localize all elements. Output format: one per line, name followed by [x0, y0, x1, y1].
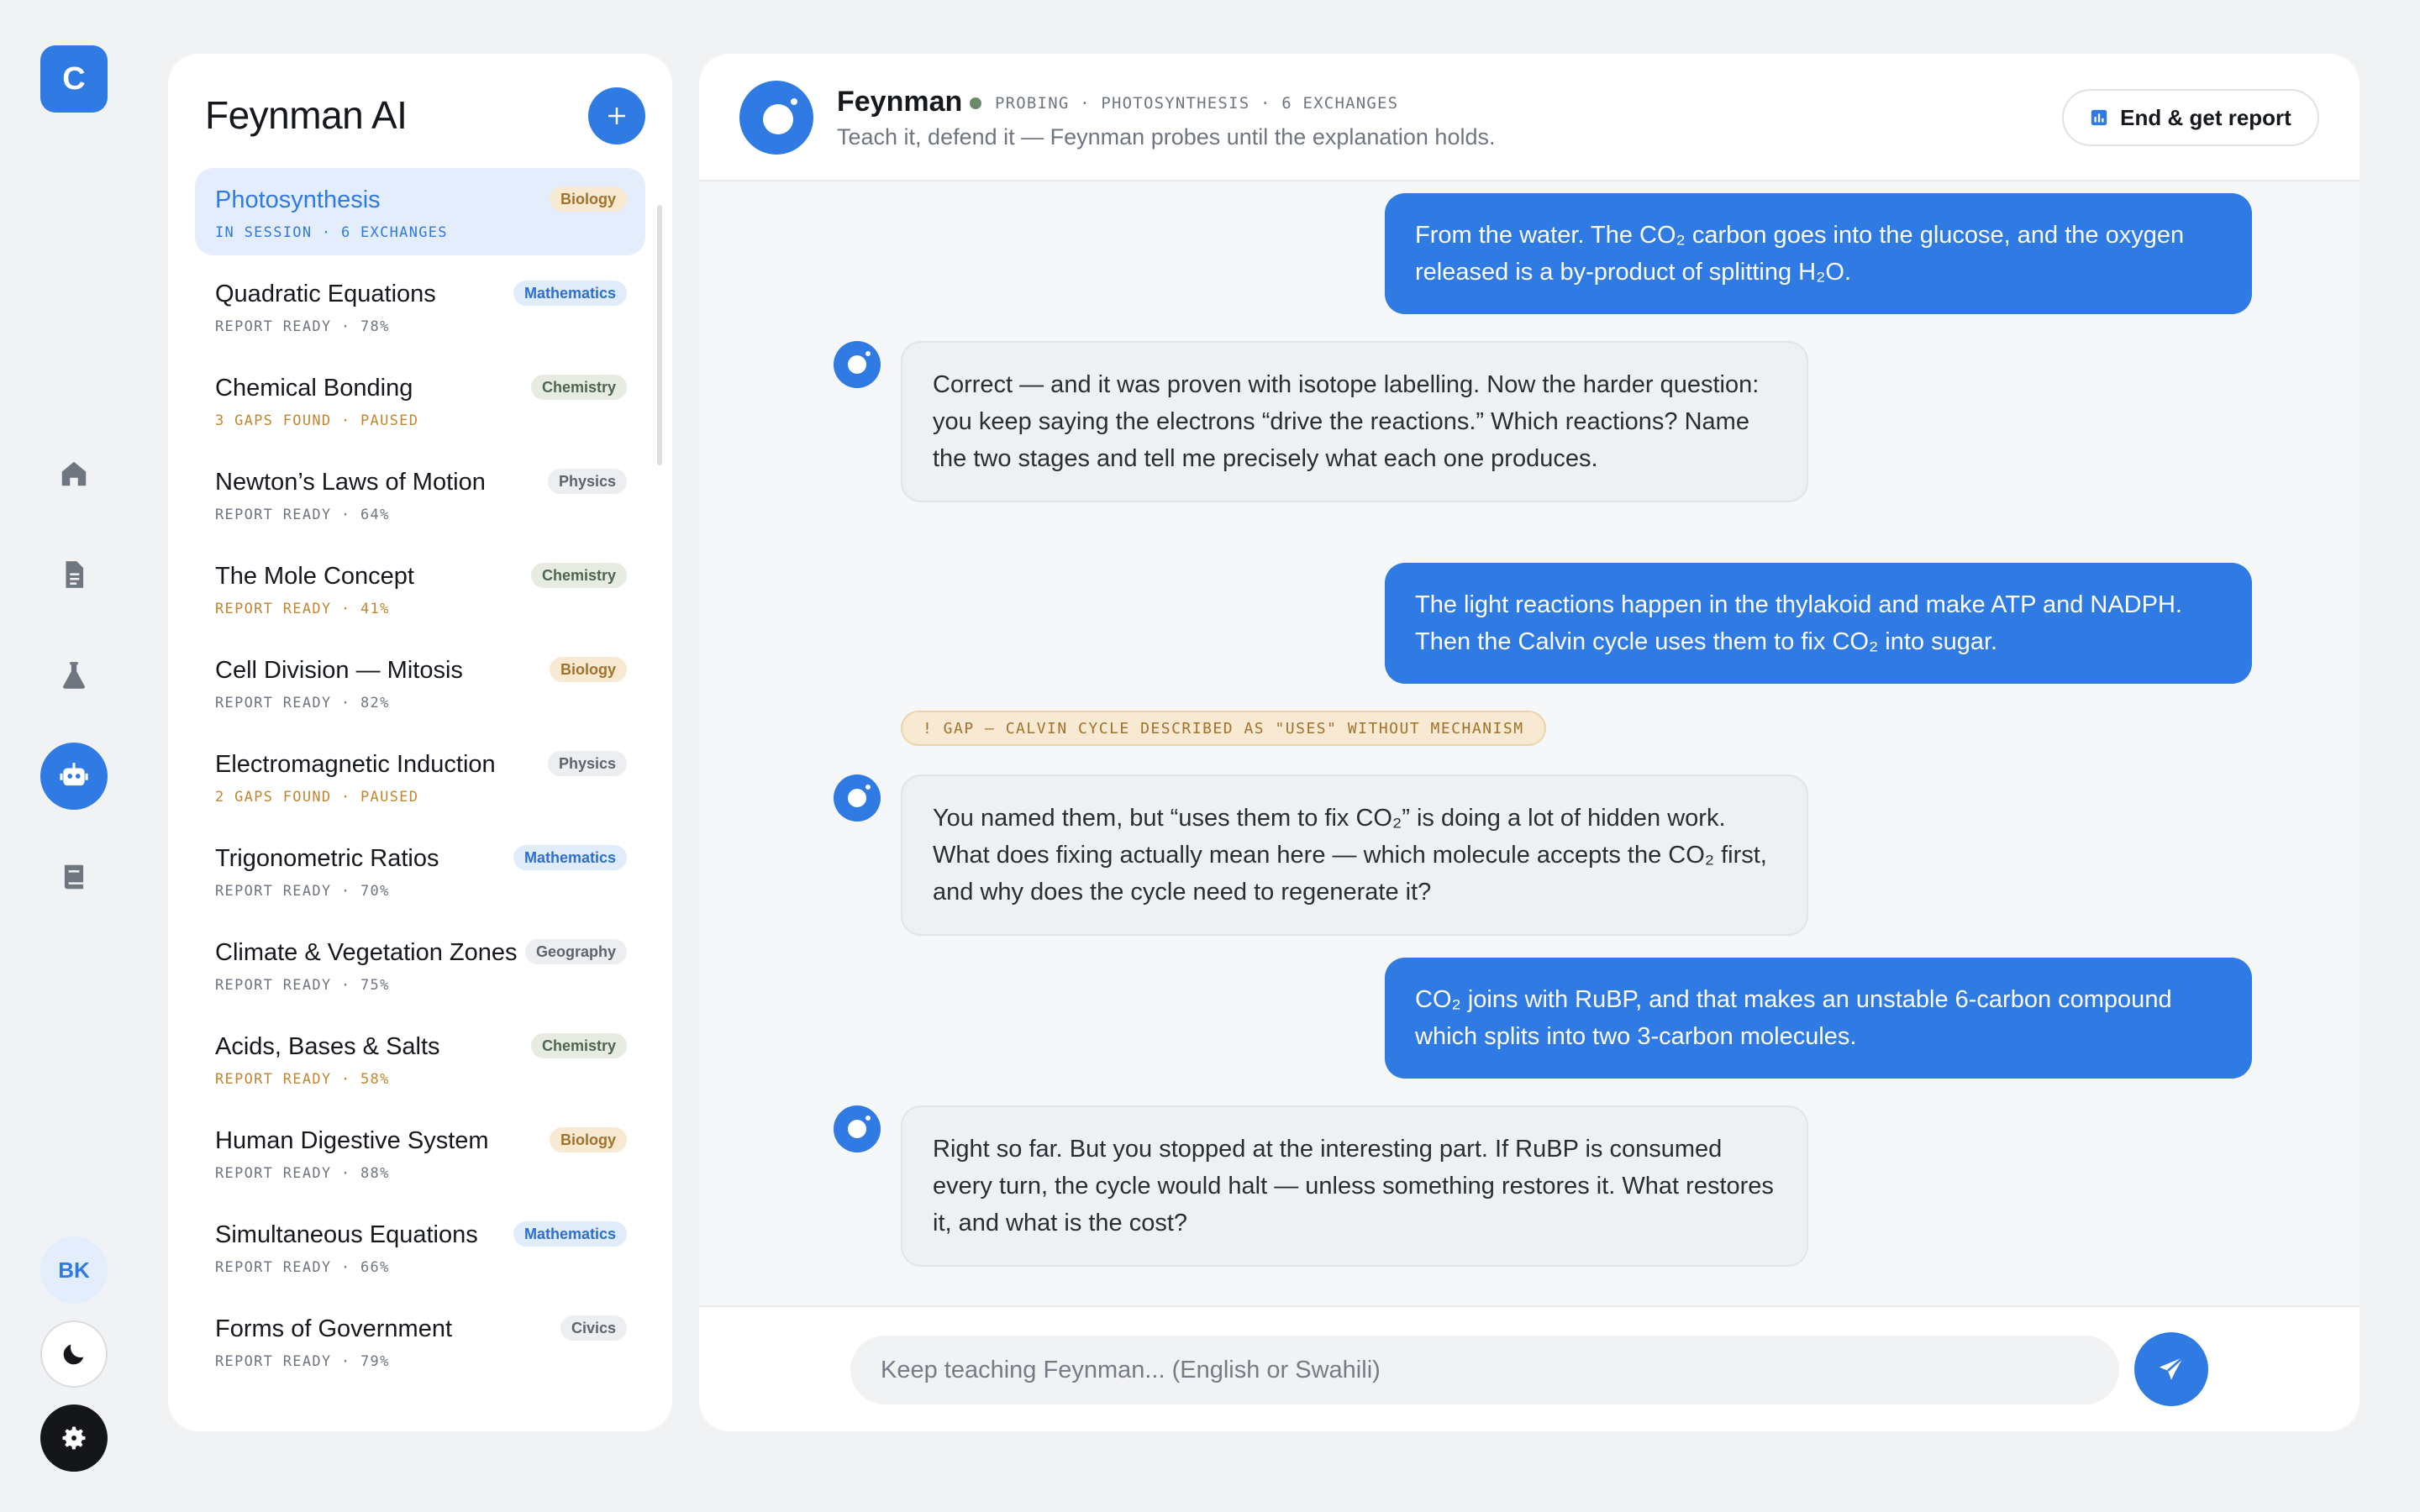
subject-tag: Physics [547, 751, 627, 776]
document-icon[interactable] [40, 541, 108, 608]
session-status: REPORT READY · 79% [215, 1353, 390, 1370]
session-item[interactable]: Newton’s Laws of Motion REPORT READY · 6… [195, 450, 645, 538]
session-status: 3 GAPS FOUND · PAUSED [215, 412, 419, 429]
subject-tag: Biology [550, 657, 627, 682]
session-item[interactable]: Photosynthesis IN SESSION · 6 EXCHANGES … [195, 168, 645, 255]
new-session-button[interactable] [588, 87, 645, 144]
session-item[interactable]: Simultaneous Equations REPORT READY · 66… [195, 1203, 645, 1290]
agent-avatar [739, 81, 813, 155]
session-item[interactable]: The Mole Concept REPORT READY · 41% Chem… [195, 544, 645, 632]
agent-name: Feynman [837, 86, 963, 118]
app-logo[interactable]: C [40, 45, 108, 113]
agent-message: Right so far. But you stopped at the int… [901, 1105, 1808, 1267]
home-icon[interactable] [40, 440, 108, 507]
subject-tag: Mathematics [513, 281, 627, 306]
theme-toggle[interactable] [40, 1320, 108, 1388]
session-item[interactable]: Forms of Government REPORT READY · 79% C… [195, 1297, 645, 1384]
session-item[interactable]: Cell Division — Mitosis REPORT READY · 8… [195, 638, 645, 726]
subject-tag: Biology [550, 1127, 627, 1152]
user-message: CO₂ joins with RuBP, and that makes an u… [1385, 958, 2252, 1079]
session-item[interactable]: Climate & Vegetation Zones REPORT READY … [195, 921, 645, 1008]
gear-icon [62, 1426, 86, 1450]
agent-subtitle: Teach it, defend it — Feynman probes unt… [837, 124, 1496, 150]
subject-tag: Geography [524, 939, 627, 964]
session-status: REPORT READY · 70% [215, 883, 390, 900]
send-icon [2159, 1356, 2185, 1380]
user-avatar[interactable]: BK [40, 1236, 108, 1304]
agent-avatar-small [834, 774, 881, 822]
session-status: REPORT READY · 78% [215, 318, 390, 335]
session-status: REPORT READY · 66% [215, 1259, 390, 1276]
message-input[interactable] [850, 1336, 2119, 1404]
chat-header: Feynman PROBING · PHOTOSYNTHESIS · 6 EXC… [699, 54, 2360, 181]
gap-flag: ! GAP — CALVIN CYCLE DESCRIBED AS "USES"… [901, 711, 1546, 746]
chat-panel: Feynman PROBING · PHOTOSYNTHESIS · 6 EXC… [699, 54, 2360, 1431]
agent-meta: PROBING · PHOTOSYNTHESIS · 6 EXCHANGES [995, 94, 1399, 113]
settings-button[interactable] [40, 1404, 108, 1472]
agent-avatar-small [834, 1105, 881, 1152]
session-item[interactable]: Chemical Bonding 3 GAPS FOUND · PAUSED C… [195, 356, 645, 444]
agent-message: Correct — and it was proven with isotope… [901, 341, 1808, 502]
session-status: REPORT READY · 82% [215, 695, 390, 711]
session-status: REPORT READY · 41% [215, 601, 390, 617]
list-scrollbar[interactable] [657, 205, 662, 465]
status-dot [970, 97, 981, 109]
subject-tag: Physics [547, 469, 627, 494]
agent-message: You named them, but “uses them to fix CO… [901, 774, 1808, 936]
end-report-label: End & get report [2120, 104, 2291, 130]
session-status: REPORT READY · 88% [215, 1165, 390, 1182]
agent-avatar-small [834, 341, 881, 388]
subject-tag: Chemistry [530, 375, 627, 400]
subject-tag: Chemistry [530, 1033, 627, 1058]
session-item[interactable]: Trigonometric Ratios REPORT READY · 70% … [195, 827, 645, 914]
book-icon[interactable] [40, 843, 108, 911]
session-status: REPORT READY · 75% [215, 977, 390, 994]
session-status: IN SESSION · 6 EXCHANGES [215, 224, 448, 241]
session-item[interactable]: Human Digestive System REPORT READY · 88… [195, 1109, 645, 1196]
session-item[interactable]: Quadratic Equations REPORT READY · 78% M… [195, 262, 645, 349]
session-status: REPORT READY · 58% [215, 1071, 390, 1088]
session-item[interactable]: Acids, Bases & Salts REPORT READY · 58% … [195, 1015, 645, 1102]
subject-tag: Civics [560, 1315, 627, 1341]
session-item[interactable]: Electromagnetic Induction 2 GAPS FOUND ·… [195, 732, 645, 820]
session-status: 2 GAPS FOUND · PAUSED [215, 789, 419, 806]
user-message: The light reactions happen in the thylak… [1385, 563, 2252, 684]
navigation-rail: C BK [0, 0, 148, 1512]
subject-tag: Biology [550, 186, 627, 212]
end-report-button[interactable]: End & get report [2062, 89, 2319, 146]
session-list-panel: Feynman AI Photosynthesis IN SESSION · 6… [168, 54, 672, 1431]
session-status: REPORT READY · 64% [215, 507, 390, 523]
user-message: From the water. The CO₂ carbon goes into… [1385, 193, 2252, 314]
composer [699, 1305, 2360, 1431]
subject-tag: Chemistry [530, 563, 627, 588]
plus-icon [608, 108, 625, 124]
panel-title: Feynman AI [205, 93, 408, 137]
moon-icon [63, 1344, 84, 1365]
send-button[interactable] [2134, 1332, 2208, 1406]
subject-tag: Mathematics [513, 845, 627, 870]
flask-icon[interactable] [40, 642, 108, 709]
report-icon [2091, 109, 2107, 126]
robot-icon[interactable] [40, 743, 108, 810]
subject-tag: Mathematics [513, 1221, 627, 1247]
